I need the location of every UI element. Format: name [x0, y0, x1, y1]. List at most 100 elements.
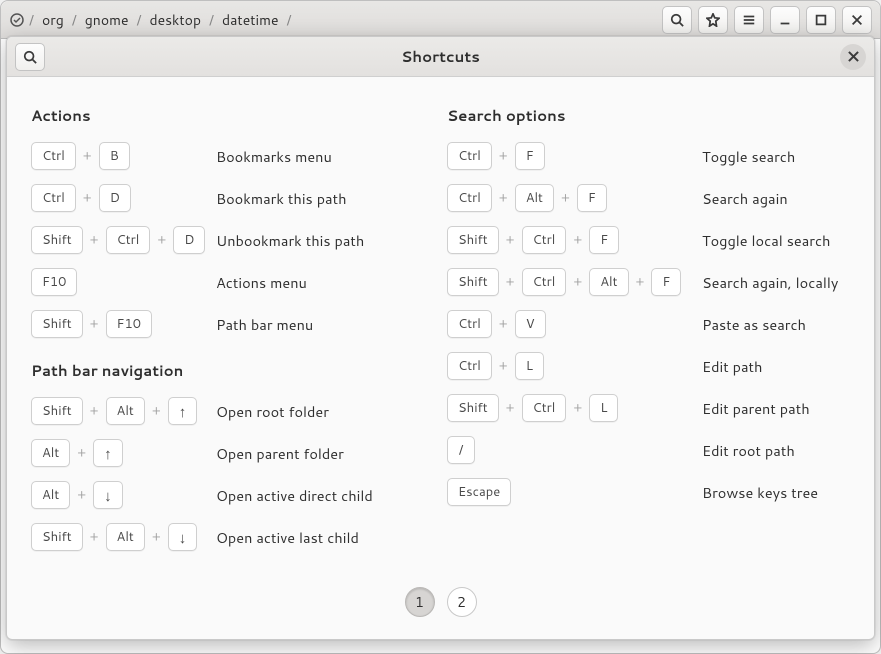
shortcut-row: /Edit root path — [447, 434, 857, 466]
shortcut-keys: Shift+Alt+↓ — [31, 523, 216, 551]
pager: 1 2 — [7, 587, 874, 639]
plus-separator: + — [498, 147, 509, 165]
shortcut-keys: Shift+Ctrl+D — [31, 226, 216, 254]
shortcut-row: Shift+Ctrl+LEdit parent path — [447, 392, 857, 424]
plus-separator: + — [89, 402, 100, 420]
shortcuts-dialog: Shortcuts ActionsCtrl+BBookmarks menuCtr… — [6, 36, 875, 640]
section-title: Search options — [447, 105, 857, 126]
key-cap: Ctrl — [522, 394, 567, 422]
shortcut-row: Shift+F10Path bar menu — [31, 308, 411, 340]
key-cap: Shift — [447, 268, 499, 296]
shortcut-row: Shift+Ctrl+DUnbookmark this path — [31, 224, 411, 256]
shortcut-description: Toggle local search — [702, 230, 831, 251]
key-cap: Ctrl — [31, 184, 76, 212]
key-cap: Alt — [31, 439, 70, 467]
breadcrumb-sep: / — [136, 10, 141, 30]
key-cap: F — [651, 268, 681, 296]
shortcut-row: Ctrl+BBookmarks menu — [31, 140, 411, 172]
shortcut-row: Ctrl+LEdit path — [447, 350, 857, 382]
key-cap: L — [515, 352, 544, 380]
shortcut-row: Alt+↑Open parent folder — [31, 437, 411, 469]
dialog-body: ActionsCtrl+BBookmarks menuCtrl+DBookmar… — [7, 77, 874, 587]
minimize-icon — [778, 13, 792, 27]
shortcut-row: Ctrl+DBookmark this path — [31, 182, 411, 214]
shortcut-description: Edit parent path — [702, 398, 810, 419]
hamburger-icon — [742, 13, 756, 27]
breadcrumb-sep: / — [209, 10, 214, 30]
shortcut-description: Bookmarks menu — [216, 146, 332, 167]
shortcut-description: Paste as search — [702, 314, 806, 335]
shortcut-description: Bookmark this path — [216, 188, 347, 209]
key-cap: Ctrl — [522, 268, 567, 296]
close-icon — [848, 51, 859, 62]
menu-button[interactable] — [734, 6, 764, 34]
shortcut-row: Shift+Ctrl+FToggle local search — [447, 224, 857, 256]
shortcut-description: Toggle search — [702, 146, 795, 167]
shortcut-description: Open active direct child — [216, 485, 373, 506]
shortcut-section: Search options Ctrl + F Toggle search Ctrl + Al… — [447, 105, 857, 508]
search-icon — [670, 13, 684, 27]
breadcrumb-seg-3[interactable]: datetime — [222, 10, 279, 30]
shortcut-row: Alt+↓Open active direct child — [31, 479, 411, 511]
page-1-button[interactable]: 1 — [405, 587, 435, 617]
key-cap: Ctrl — [106, 226, 151, 254]
plus-separator: + — [505, 231, 516, 249]
key-cap: Shift — [447, 226, 499, 254]
shortcut-row: Ctrl+Alt+FSearch again — [447, 182, 857, 214]
key-cap: Ctrl — [447, 142, 492, 170]
breadcrumb-sep: / — [29, 10, 34, 30]
shortcut-keys: Ctrl+D — [31, 184, 216, 212]
plus-separator: + — [156, 231, 167, 249]
shortcut-row: EscapeBrowse keys tree — [447, 476, 857, 508]
dialog-close-button[interactable] — [840, 44, 866, 70]
shortcut-keys: Shift+Ctrl+L — [447, 394, 702, 422]
key-cap: Ctrl — [31, 142, 76, 170]
plus-separator: + — [82, 189, 93, 207]
shortcut-row: Ctrl + F Toggle search — [447, 140, 857, 172]
breadcrumb-sep: / — [72, 10, 77, 30]
window-close-button[interactable] — [842, 6, 872, 34]
dialog-search-button[interactable] — [15, 43, 45, 71]
shortcut-keys: Shift+Ctrl+F — [447, 226, 702, 254]
breadcrumb-seg-0[interactable]: org — [42, 10, 64, 30]
shortcut-section: ActionsCtrl+BBookmarks menuCtrl+DBookmar… — [31, 105, 411, 340]
minimize-button[interactable] — [770, 6, 800, 34]
shortcut-description: Open parent folder — [216, 443, 344, 464]
dialog-title: Shortcuts — [7, 46, 874, 67]
key-cap: D — [173, 226, 205, 254]
main-headerbar: / org / gnome / desktop / datetime / — [1, 1, 880, 39]
plus-separator: + — [89, 528, 100, 546]
plus-separator: + — [76, 486, 87, 504]
shortcut-keys: Ctrl+V — [447, 310, 702, 338]
key-cap: F10 — [106, 310, 152, 338]
shortcut-description: Edit root path — [702, 440, 795, 461]
plus-separator: + — [151, 402, 162, 420]
key-cap: Ctrl — [447, 184, 492, 212]
breadcrumb-seg-2[interactable]: desktop — [149, 10, 201, 30]
key-cap: Alt — [106, 397, 145, 425]
shortcut-section: Path bar navigationShift+Alt+↑Open root … — [31, 360, 411, 553]
search-button[interactable] — [662, 6, 692, 34]
shortcut-description: Search again, locally — [702, 272, 838, 293]
plus-separator: + — [560, 189, 571, 207]
key-cap: Ctrl — [447, 310, 492, 338]
shortcut-row: Shift+Ctrl+Alt+FSearch again, locally — [447, 266, 857, 298]
key-cap: B — [99, 142, 130, 170]
plus-separator: + — [498, 315, 509, 333]
breadcrumb-seg-1[interactable]: gnome — [85, 10, 129, 30]
plus-separator: + — [635, 273, 646, 291]
shortcut-description: Actions menu — [216, 272, 307, 293]
plus-separator: + — [89, 315, 100, 333]
shortcut-keys: Ctrl+L — [447, 352, 702, 380]
shortcut-keys: Alt+↑ — [31, 439, 216, 467]
shortcut-description: Open active last child — [216, 527, 359, 548]
bookmark-button[interactable] — [698, 6, 728, 34]
breadcrumb-sep: / — [287, 10, 292, 30]
section-title: Path bar navigation — [31, 360, 411, 381]
shortcut-keys: Shift+F10 — [31, 310, 216, 338]
shortcut-description: Path bar menu — [216, 314, 313, 335]
key-cap: Alt — [515, 184, 554, 212]
page-2-button[interactable]: 2 — [447, 587, 477, 617]
maximize-button[interactable] — [806, 6, 836, 34]
key-cap: F — [515, 142, 545, 170]
